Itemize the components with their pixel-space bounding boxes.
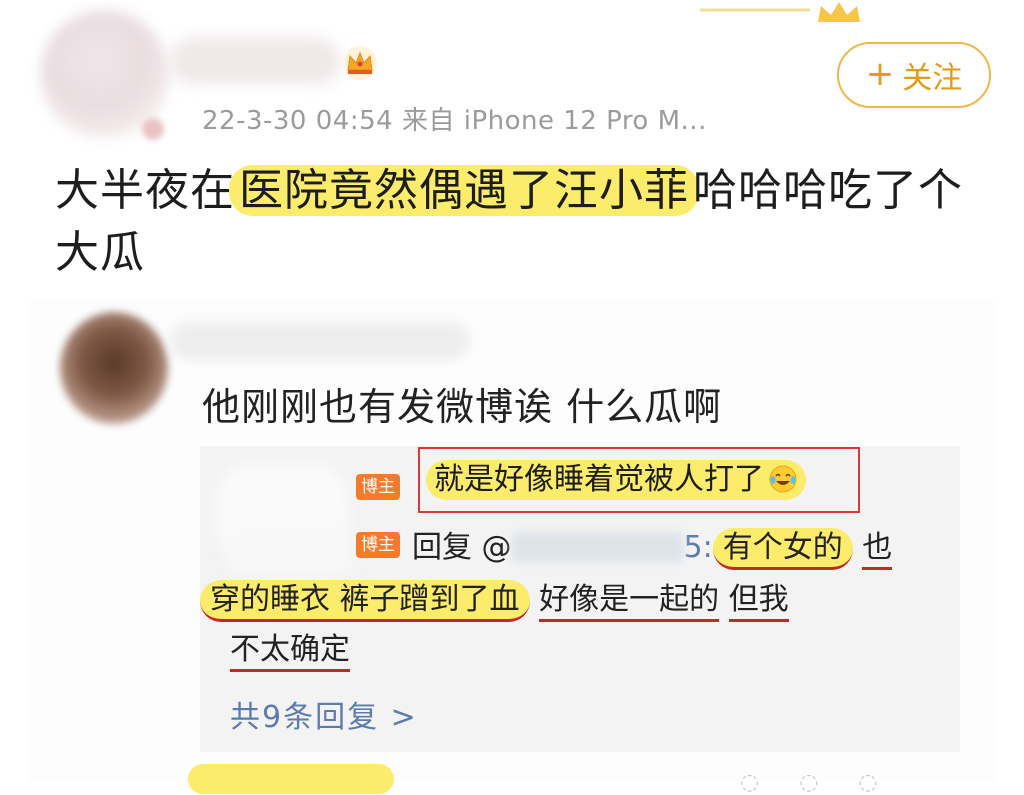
mention-tail[interactable]: 5: [684, 530, 713, 565]
comment-text: 他刚刚也有发微博诶 什么瓜啊 [202, 385, 723, 429]
reply-2-seg-5: 但我 [728, 582, 789, 622]
action-icons-partial[interactable]: ◌◌◌ [740, 770, 918, 795]
poster-name-blurred[interactable] [170, 38, 340, 84]
post-text-highlight: 医院竟然偶遇了汪小菲 [229, 165, 699, 216]
reply-2-line-1: 回复 @ 5: 有个女的 也 [412, 528, 893, 570]
plus-icon: + [865, 54, 895, 94]
post-text-pre: 大半夜在 [55, 165, 235, 216]
follow-button[interactable]: + 关注 [837, 42, 991, 108]
mention-username-blurred[interactable] [511, 532, 684, 562]
top-crown-decoration [700, 2, 860, 22]
verified-badge [142, 118, 164, 140]
commenter-avatar[interactable] [60, 312, 168, 424]
reply-2-line-2: 穿的睡衣 裤子蹭到了血 好像是一起的 但我 [200, 580, 789, 622]
reply-2-prefix: 回复 @ [412, 530, 512, 565]
post-timestamp: 22-3-30 04:54 [202, 106, 394, 136]
post-content: 大半夜在医院竟然偶遇了汪小菲哈哈哈吃了个大瓜 [55, 160, 975, 284]
next-comment-highlight [188, 764, 394, 794]
post-meta: 22-3-30 04:54 来自 iPhone 12 Pro M... [202, 100, 707, 137]
post-source-device[interactable]: iPhone 12 Pro M... [464, 106, 707, 136]
reply-2-seg-6: 不太确定 [230, 632, 350, 672]
view-more-replies-link[interactable]: 共9条回复 > [230, 692, 418, 736]
author-badge: 博主 [356, 532, 400, 558]
reply-author-name-blurred-2[interactable] [226, 526, 356, 576]
annotation-red-box [418, 447, 860, 513]
reply-2-seg-2: 也 [862, 530, 893, 570]
crown-icon [343, 46, 377, 80]
author-badge: 博主 [356, 474, 400, 500]
reply-2-seg-3: 穿的睡衣 裤子蹭到了血 [200, 580, 530, 622]
reply-2-line-3: 不太确定 [230, 630, 350, 672]
follow-label: 关注 [902, 61, 963, 96]
reply-2-seg-1: 有个女的 [712, 528, 853, 570]
reply-2-seg-4: 好像是一起的 [539, 582, 720, 622]
commenter-name-blurred[interactable] [170, 322, 470, 360]
post-source-prefix: 来自 [401, 106, 455, 136]
